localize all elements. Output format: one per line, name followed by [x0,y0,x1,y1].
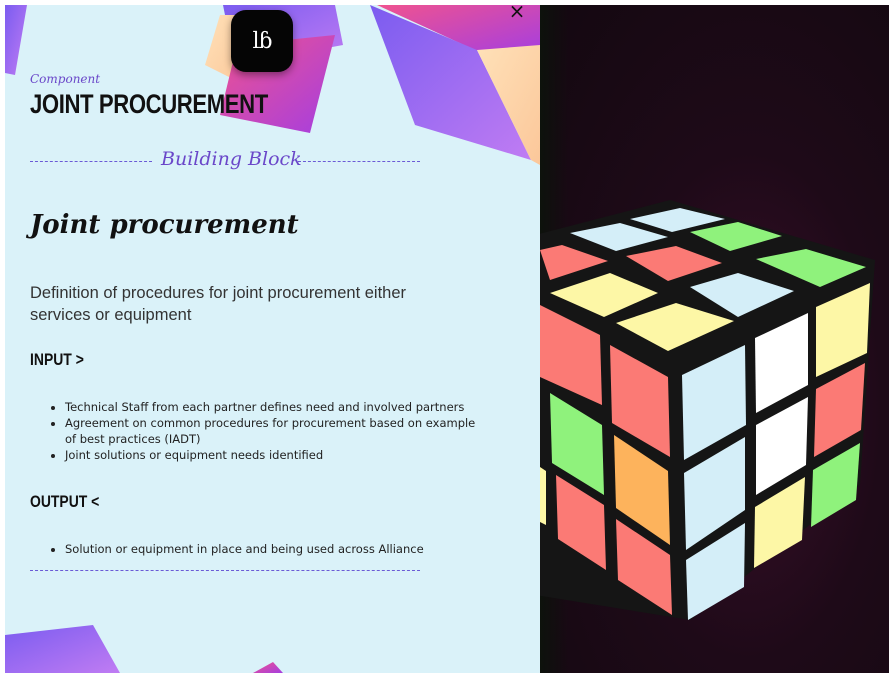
section-heading: Joint procurement [30,210,299,240]
list-item: Joint solutions or equipment needs ident… [65,447,485,463]
building-block-divider: Building Block [30,146,420,176]
cube-viewport[interactable] [540,5,889,673]
building-block-label: Building Block [161,148,302,170]
list-item: Solution or equipment in place and being… [65,541,485,557]
divider-line-left [30,161,152,162]
brand-logo: lɓ [231,10,293,72]
component-kicker: Component [30,72,101,86]
rubiks-cube-illustration [540,200,875,620]
output-heading: OUTPUT < [30,492,100,511]
input-heading: INPUT > [30,350,84,369]
bottom-divider [30,570,420,571]
page-title: JOINT PROCUREMENT [30,89,268,119]
logo-text: lɓ [252,28,272,54]
input-list: Technical Staff from each partner define… [30,399,485,463]
output-list: Solution or equipment in place and being… [30,541,485,557]
list-item: Technical Staff from each partner define… [65,399,485,415]
description-text: Definition of procedures for joint procu… [30,284,407,324]
divider-line-right [298,161,420,162]
list-item: Agreement on common procedures for procu… [65,415,485,447]
close-icon[interactable]: × [507,1,527,21]
